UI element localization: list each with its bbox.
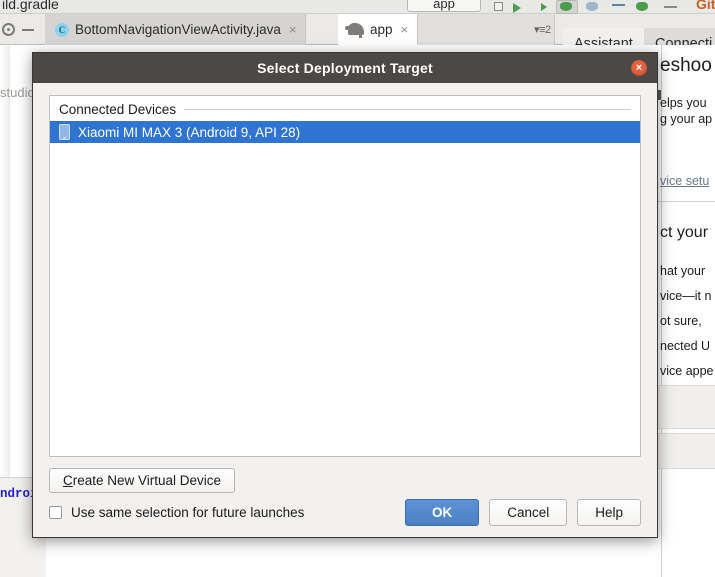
assistant-panel: eshoo elps you g your ap vice setu ct yo…: [658, 45, 715, 577]
debug-icon[interactable]: [541, 3, 547, 11]
close-icon[interactable]: ×: [289, 22, 297, 37]
assistant-field-block[interactable]: [658, 433, 715, 469]
tool-window-controls: [2, 22, 42, 38]
gear-icon[interactable]: [2, 23, 15, 36]
assistant-section-line: nected U: [660, 339, 711, 353]
editor-tab-bottomnavigationviewactivity[interactable]: C BottomNavigationViewActivity.java ×: [45, 14, 307, 45]
hide-icon[interactable]: [22, 29, 34, 31]
cancel-button[interactable]: Cancel: [489, 499, 568, 526]
ok-button[interactable]: OK: [404, 499, 480, 526]
device-list[interactable]: Connected Devices Xiaomi MI MAX 3 (Andro…: [49, 95, 641, 457]
sdk-manager-icon[interactable]: [612, 4, 625, 6]
search-everywhere-icon[interactable]: [636, 2, 648, 11]
assistant-paragraph: elps you: [660, 96, 707, 110]
assistant-link[interactable]: vice setu: [660, 174, 709, 188]
use-same-selection-checkbox[interactable]: [49, 506, 62, 519]
phone-device-icon: [59, 124, 70, 140]
editor-tab-strip: C BottomNavigationViewActivity.java × ap…: [0, 14, 715, 59]
gradle-elephant-icon: [345, 23, 364, 38]
device-group-label: Connected Devices: [59, 102, 177, 117]
assistant-section-title: ct your: [660, 224, 709, 241]
assistant-paragraph: g your ap: [660, 112, 713, 126]
create-button-label: reate New Virtual Device: [72, 473, 222, 488]
tab-overflow-icon[interactable]: ▾≡2: [534, 23, 551, 36]
device-group-header: Connected Devices: [50, 96, 640, 121]
assistant-section-line: hat your: [660, 264, 706, 278]
studio-watermark: studio: [0, 85, 35, 100]
assistant-section-line: vice—it n: [660, 289, 712, 303]
assistant-title: eshoo: [660, 55, 712, 76]
git-menu-label[interactable]: Git: [696, 0, 715, 12]
dialog-action-buttons: OK Cancel Help: [404, 499, 641, 526]
run-icon[interactable]: [513, 3, 521, 13]
tab-strip-filler: [404, 14, 555, 45]
create-device-row: Create New Virtual Device: [49, 468, 641, 493]
device-label: Xiaomi MI MAX 3 (Android 9, API 28): [78, 124, 301, 140]
java-class-icon: C: [55, 22, 69, 37]
dialog-title-bar: Select Deployment Target ×: [33, 53, 657, 83]
select-deployment-target-dialog: Select Deployment Target × Connected Dev…: [32, 52, 658, 538]
use-same-selection-label: Use same selection for future launches: [71, 505, 305, 520]
close-icon[interactable]: ×: [401, 22, 409, 37]
tab-overflow-count: 2: [544, 24, 551, 36]
close-glyph: ×: [635, 61, 643, 74]
avd-manager-icon[interactable]: [586, 2, 598, 11]
assistant-section-line: ot sure,: [660, 314, 702, 328]
use-same-selection-row[interactable]: Use same selection for future launches: [49, 505, 304, 520]
ide-main-toolbar: ild.gradle app Git: [0, 0, 715, 14]
create-new-virtual-device-button[interactable]: Create New Virtual Device: [49, 468, 236, 493]
dialog-footer: Use same selection for future launches O…: [49, 499, 641, 526]
screen-root: ild.gradle app Git C BottomNavigationVie…: [0, 0, 715, 577]
window-icon[interactable]: [494, 2, 503, 11]
editor-tab-label: app: [370, 21, 393, 37]
help-button[interactable]: Help: [577, 499, 641, 526]
close-icon[interactable]: ×: [631, 60, 647, 76]
dialog-body: Connected Devices Xiaomi MI MAX 3 (Andro…: [33, 83, 657, 538]
assistant-divider: [658, 201, 715, 202]
run-configuration-selector[interactable]: app: [407, 0, 481, 12]
assistant-section-line: vice appe: [660, 364, 714, 378]
editor-tab-app[interactable]: app ×: [338, 14, 419, 45]
list-item[interactable]: Xiaomi MI MAX 3 (Android 9, API 28): [50, 121, 640, 143]
gradle-file-label: ild.gradle: [2, 0, 59, 12]
dialog-title: Select Deployment Target: [257, 60, 433, 76]
create-button-mnemonic: C: [63, 473, 73, 488]
assistant-field-block[interactable]: [658, 385, 715, 429]
sync-gradle-icon[interactable]: [560, 2, 572, 11]
minimize-icon[interactable]: [664, 6, 677, 8]
editor-tab-label: BottomNavigationViewActivity.java: [75, 22, 281, 37]
group-separator: [184, 109, 631, 110]
